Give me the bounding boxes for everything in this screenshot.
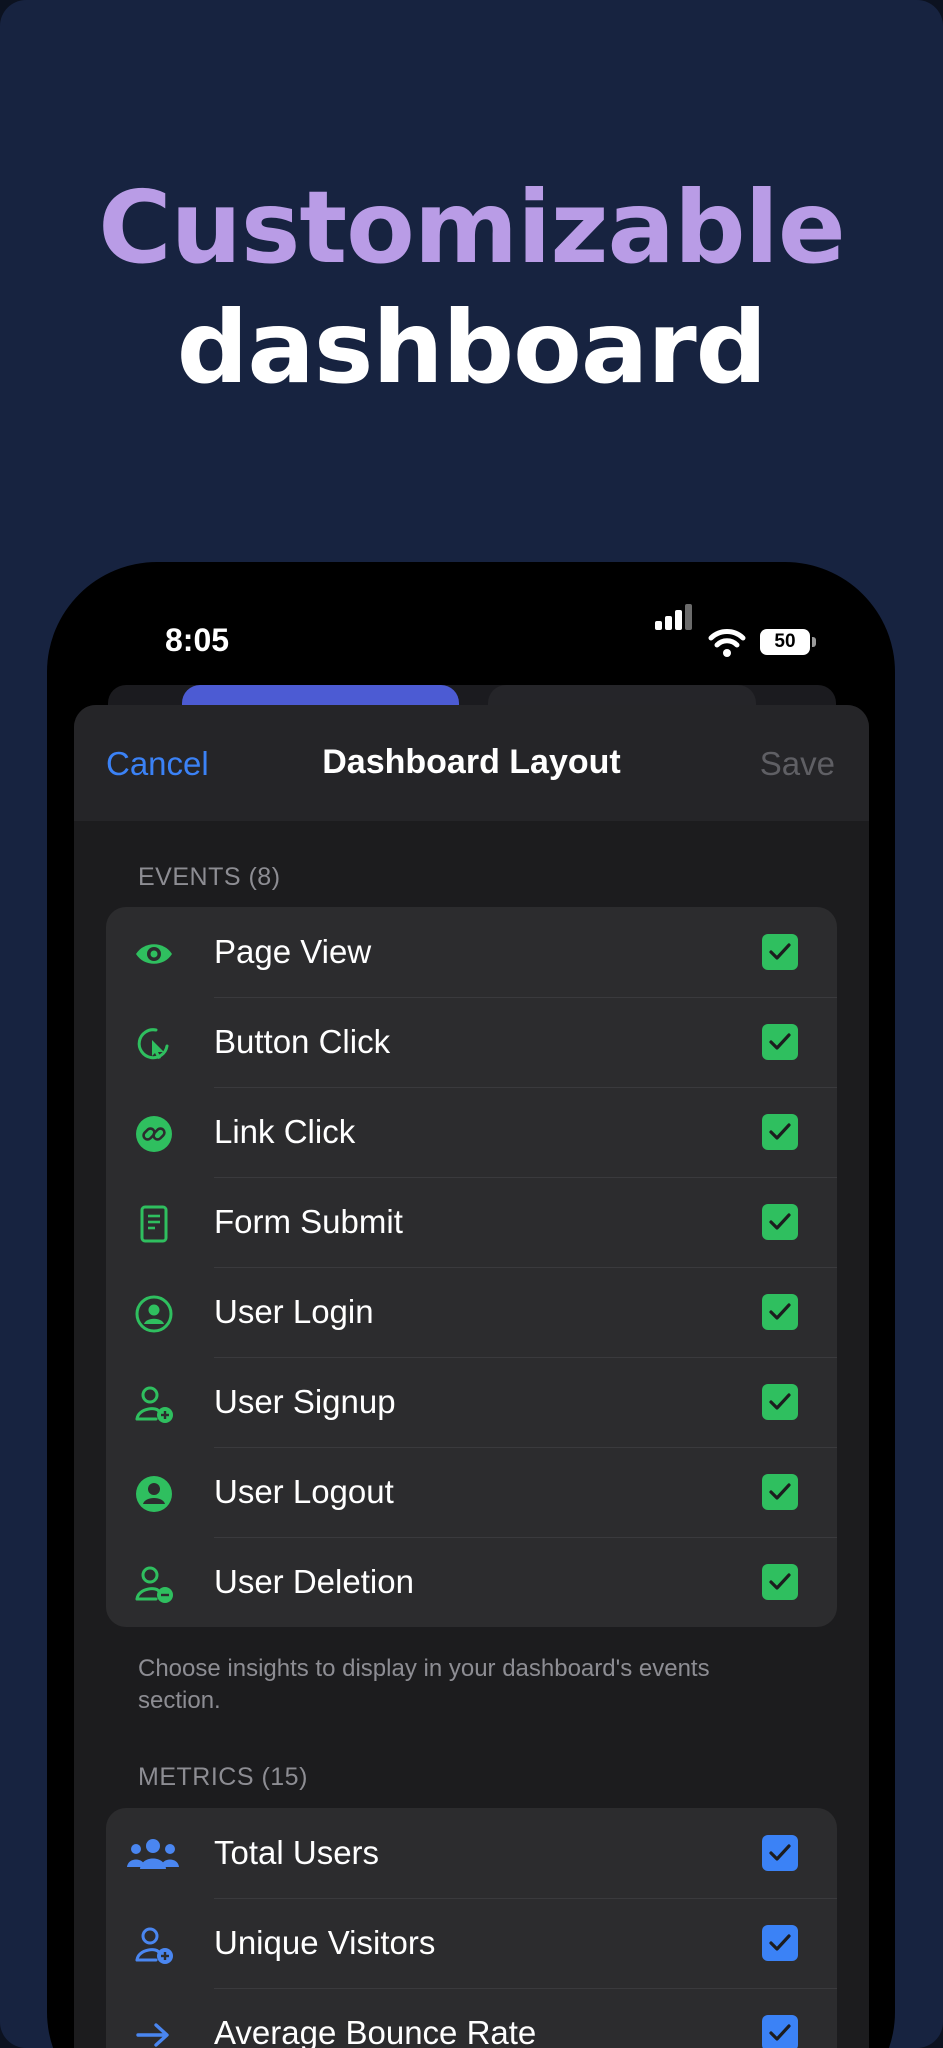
battery-icon: 50: [760, 629, 816, 655]
event-row-user-logout[interactable]: User Logout: [106, 1447, 837, 1537]
save-button[interactable]: Save: [760, 745, 835, 783]
event-label: Form Submit: [214, 1203, 403, 1240]
event-row-user-signup[interactable]: User Signup: [106, 1357, 837, 1447]
event-label: User Deletion: [214, 1563, 414, 1600]
headline-accent: Customizable: [98, 169, 845, 286]
event-checkbox[interactable]: [762, 1024, 798, 1060]
checkmark-icon: [769, 1033, 791, 1050]
cursor-click-icon: [137, 1028, 169, 1060]
metric-checkbox[interactable]: [762, 1925, 798, 1961]
metrics-section-header: METRICS (15): [138, 1763, 308, 1791]
event-checkbox[interactable]: [762, 1114, 798, 1150]
event-checkbox[interactable]: [762, 1474, 798, 1510]
checkmark-icon: [769, 1213, 791, 1230]
event-label: Page View: [214, 933, 372, 970]
event-row-link-click[interactable]: Link Click: [106, 1087, 837, 1177]
status-icons: 50: [655, 604, 820, 660]
events-footer-note: Choose insights to display in your dashb…: [138, 1655, 710, 1714]
navigation-bar: Cancel Dashboard Layout Save: [74, 705, 869, 821]
event-label: Button Click: [214, 1023, 391, 1060]
event-checkbox[interactable]: [762, 1294, 798, 1330]
user-plus-icon: [135, 1927, 173, 1964]
metric-row-total-users[interactable]: Total Users: [106, 1808, 837, 1898]
event-row-user-deletion[interactable]: User Deletion: [106, 1537, 837, 1627]
checkmark-icon: [769, 1123, 791, 1140]
user-circle-icon: [135, 1295, 173, 1333]
event-label: User Login: [214, 1293, 374, 1330]
event-checkbox[interactable]: [762, 934, 798, 970]
event-checkbox[interactable]: [762, 1564, 798, 1600]
headline: Customizable dashboard: [0, 168, 943, 408]
checkmark-icon: [769, 2024, 791, 2041]
user-minus-icon: [135, 1566, 173, 1603]
events-section-header: EVENTS (8): [138, 863, 281, 891]
metric-checkbox[interactable]: [762, 1835, 798, 1871]
checkmark-icon: [769, 1844, 791, 1861]
metric-row-average-bounce-rate[interactable]: Average Bounce Rate: [106, 1988, 837, 2048]
headline-main: dashboard: [176, 289, 767, 406]
checkmark-icon: [769, 1393, 791, 1410]
arrow-right-icon: [136, 2023, 169, 2047]
event-row-user-login[interactable]: User Login: [106, 1267, 837, 1357]
event-row-page-view[interactable]: Page View: [106, 907, 837, 997]
dashboard-layout-sheet: Cancel Dashboard Layout Save EVENTS (8) …: [74, 705, 869, 2048]
events-list: Page View Button Click Link Click Form S…: [106, 907, 837, 1627]
event-label: User Signup: [214, 1383, 396, 1420]
metric-label: Unique Visitors: [214, 1924, 436, 1961]
event-row-form-submit[interactable]: Form Submit: [106, 1177, 837, 1267]
link-icon: [136, 1116, 172, 1152]
metric-label: Total Users: [214, 1834, 380, 1871]
user-solid-icon: [136, 1476, 172, 1512]
metric-row-unique-visitors[interactable]: Unique Visitors: [106, 1898, 837, 1988]
event-label: Link Click: [214, 1113, 356, 1150]
sheet-title: Dashboard Layout: [322, 743, 621, 781]
event-checkbox[interactable]: [762, 1204, 798, 1240]
eye-icon: [136, 944, 172, 964]
checkmark-icon: [769, 1303, 791, 1320]
metric-checkbox[interactable]: [762, 2015, 798, 2048]
checkmark-icon: [769, 1483, 791, 1500]
metric-label: Average Bounce Rate: [214, 2014, 537, 2048]
users-group-icon: [127, 1839, 179, 1869]
document-icon: [140, 1205, 168, 1243]
checkmark-icon: [769, 943, 791, 960]
event-checkbox[interactable]: [762, 1384, 798, 1420]
screenshot-page: Customizable dashboard 8:05 50 Cancel Da…: [0, 0, 943, 2048]
checkmark-icon: [769, 1573, 791, 1590]
status-time: 8:05: [165, 622, 230, 658]
checkmark-icon: [769, 1934, 791, 1951]
wifi-icon: [708, 629, 746, 657]
event-label: User Logout: [214, 1473, 394, 1510]
metrics-list: Total Users Unique Visitors Average Boun…: [106, 1808, 837, 2048]
user-plus-icon: [135, 1386, 173, 1423]
event-row-button-click[interactable]: Button Click: [106, 997, 837, 1087]
